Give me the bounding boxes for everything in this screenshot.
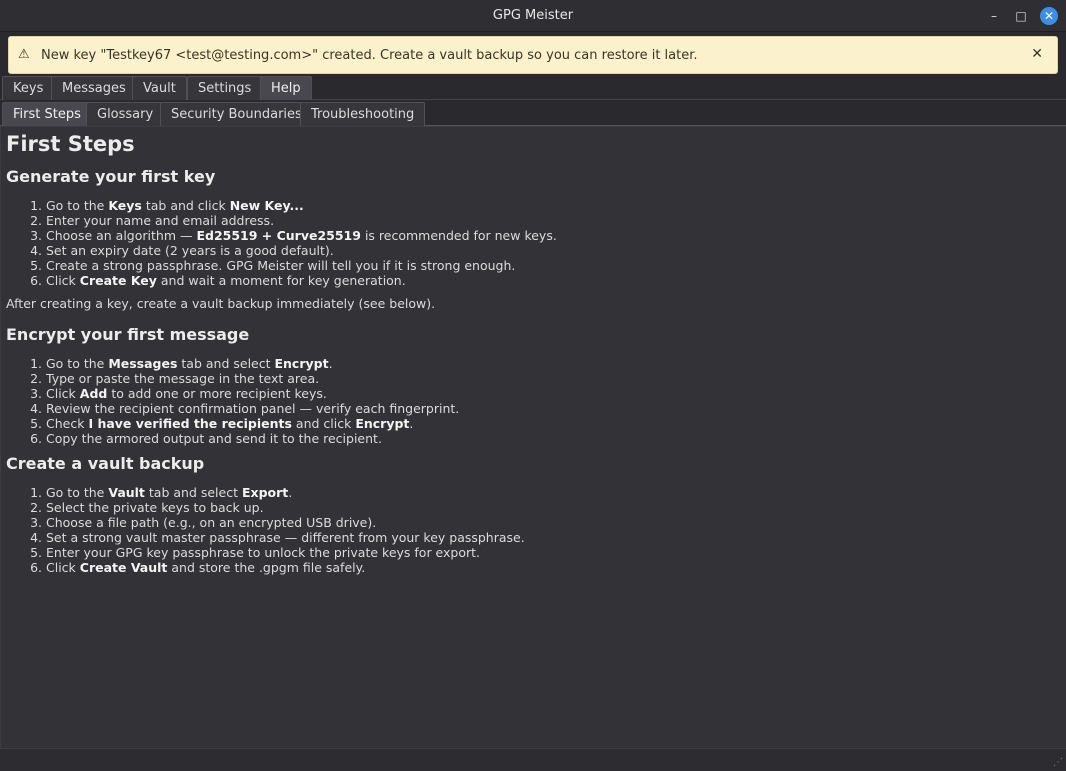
- warning-icon: ⚠: [18, 47, 30, 62]
- list-item: Go to the Messages tab and select Encryp…: [46, 356, 1061, 371]
- tab-vault[interactable]: Vault: [132, 76, 187, 100]
- list-item: Click Add to add one or more recipient k…: [46, 386, 1061, 401]
- help-tab-bar: First Steps Glossary Security Boundaries…: [0, 102, 1066, 126]
- tab-first-steps[interactable]: First Steps: [2, 102, 92, 126]
- tab-glossary[interactable]: Glossary: [86, 102, 165, 126]
- list-item: Go to the Keys tab and click New Key...: [46, 198, 1061, 213]
- list-item: Set a strong vault master passphrase — d…: [46, 530, 1061, 545]
- minimize-icon[interactable]: –: [986, 8, 1002, 24]
- list-item: Click Create Vault and store the .gpgm f…: [46, 560, 1061, 575]
- list-item: Check I have verified the recipients and…: [46, 416, 1061, 431]
- tab-settings[interactable]: Settings: [187, 76, 263, 100]
- list-item: Enter your name and email address.: [46, 213, 1061, 228]
- steps-encrypt: Go to the Messages tab and select Encryp…: [6, 356, 1061, 446]
- list-item: Review the recipient confirmation panel …: [46, 401, 1061, 416]
- list-item: Go to the Vault tab and select Export.: [46, 485, 1061, 500]
- steps-generate-key: Go to the Keys tab and click New Key...E…: [6, 198, 1061, 288]
- section-heading-vault-backup: Create a vault backup: [6, 454, 205, 473]
- title-bar: GPG Meister – □ ✕: [0, 0, 1066, 32]
- window-title: GPG Meister: [492, 8, 574, 23]
- tab-keys[interactable]: Keys: [2, 76, 55, 100]
- status-bar: ⋰: [0, 748, 1066, 771]
- list-item: Select the private keys to back up.: [46, 500, 1061, 515]
- tab-help[interactable]: Help: [260, 76, 312, 100]
- maximize-icon[interactable]: □: [1013, 8, 1029, 24]
- help-content: First Steps Generate your first key Go t…: [0, 126, 1066, 748]
- list-item: Click Create Key and wait a moment for k…: [46, 273, 1061, 288]
- generate-key-note: After creating a key, create a vault bac…: [6, 296, 436, 311]
- list-item: Create a strong passphrase. GPG Meister …: [46, 258, 1061, 273]
- list-item: Copy the armored output and send it to t…: [46, 431, 1061, 446]
- banner-message: New key "Testkey67 <test@testing.com>" c…: [41, 48, 698, 63]
- list-item: Set an expiry date (2 years is a good de…: [46, 243, 1061, 258]
- section-heading-generate-key: Generate your first key: [6, 167, 216, 186]
- tab-messages[interactable]: Messages: [51, 76, 137, 100]
- list-item: Enter your GPG key passphrase to unlock …: [46, 545, 1061, 560]
- section-heading-encrypt: Encrypt your first message: [6, 325, 250, 344]
- list-item: Choose a file path (e.g., on an encrypte…: [46, 515, 1061, 530]
- notification-banner: ⚠ New key "Testkey67 <test@testing.com>"…: [8, 36, 1058, 74]
- close-window-icon[interactable]: ✕: [1040, 7, 1058, 25]
- main-tab-bar: Keys Messages Vault Settings Help: [0, 76, 1066, 100]
- dismiss-banner-icon[interactable]: ✕: [1031, 46, 1043, 62]
- page-title: First Steps: [6, 132, 135, 156]
- steps-vault-backup: Go to the Vault tab and select Export.Se…: [6, 485, 1061, 575]
- resize-grip-icon[interactable]: ⋰: [1053, 757, 1063, 768]
- tab-security-boundaries[interactable]: Security Boundaries: [160, 102, 313, 126]
- list-item: Type or paste the message in the text ar…: [46, 371, 1061, 386]
- tab-troubleshooting[interactable]: Troubleshooting: [300, 102, 426, 126]
- list-item: Choose an algorithm — Ed25519 + Curve255…: [46, 228, 1061, 243]
